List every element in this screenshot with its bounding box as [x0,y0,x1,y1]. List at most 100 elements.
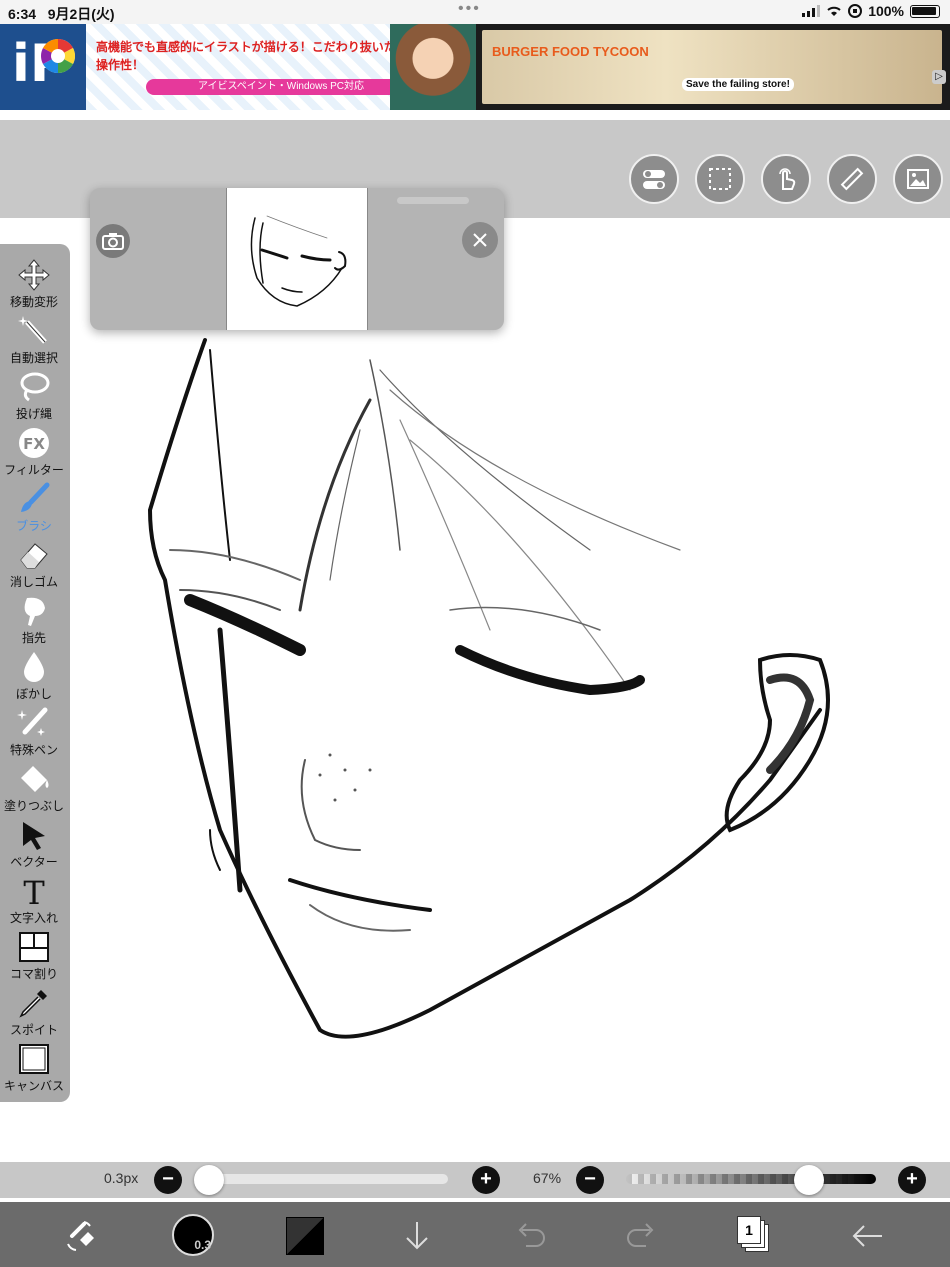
svg-text:FX: FX [23,435,45,453]
vector-arrow-icon [23,822,45,850]
tool-eyedropper[interactable]: スポイト [0,984,68,1040]
dashed-square-icon [709,168,731,190]
ruler-icon [840,167,864,191]
fill-bucket-icon [21,766,49,792]
redo-button[interactable] [622,1216,662,1256]
special-pen-icon [17,707,48,736]
ad-character-image [390,24,476,110]
canvas-icon [19,1044,49,1074]
multitask-dots[interactable]: ••• [458,0,481,18]
ad-copy: 高機能でも直感的にイラストが描ける！こだわり抜いた操作性！ [96,40,396,72]
slider-bar: 0.3px − + 67% − + [0,1162,950,1198]
bottom-bar: 0.3 1 [0,1202,950,1267]
tool-text[interactable]: T 文字入れ [0,872,68,928]
brush-eraser-swap-icon [67,1221,94,1251]
tool-brush[interactable]: ブラシ [0,480,68,536]
image-icon [907,169,929,189]
opacity-slider-track[interactable] [626,1174,876,1184]
reference-sketch [250,215,347,307]
toggle-settings-button[interactable] [629,154,679,204]
battery-icon [910,4,940,18]
tool-fill[interactable]: 塗りつぶし [0,760,68,816]
tool-smudge[interactable]: 指先 [0,592,68,648]
toggle-icon [643,170,665,189]
opacity-minus-button[interactable]: − [576,1166,604,1194]
swap-brush-eraser-button[interactable] [60,1216,100,1256]
move-icon [18,259,50,291]
reference-drag-handle[interactable] [397,197,469,204]
eraser-icon [20,543,48,569]
ad-info-icon[interactable]: ▷ [932,70,946,84]
ad-pill: アイビスペイント・Windows PC対応 [146,79,416,95]
ibis-paint-logo[interactable]: iP [0,24,86,110]
tool-blur[interactable]: ぼかし [0,648,68,704]
color-wheel-icon [41,39,75,73]
ad-game-title: BURGER FOOD TYCOON [492,44,649,59]
color-picker-button[interactable] [286,1217,324,1255]
touch-gesture-button[interactable] [761,154,811,204]
opacity-plus-button[interactable]: + [898,1166,926,1194]
tool-move[interactable]: 移動変形 [0,256,68,312]
tool-vector[interactable]: ベクター [0,816,68,872]
wifi-icon [827,6,841,16]
close-icon [473,233,487,247]
status-right: 100% [802,3,940,19]
undo-button[interactable] [510,1216,550,1256]
selection-layer-button[interactable] [695,154,745,204]
ruler-button[interactable] [827,154,877,204]
smudge-icon [24,597,45,626]
brush-size-label: 0.3px [104,1170,139,1186]
lasso-icon [20,372,50,402]
size-slider-knob[interactable] [194,1165,224,1195]
tool-eraser[interactable]: 消しゴム [0,536,68,592]
status-time: 6:34 9月2日(火) [8,6,115,22]
camera-icon [102,233,124,250]
svg-text:T: T [23,874,45,908]
tool-filter[interactable]: FX フィルター [0,424,68,480]
opacity-slider-knob[interactable] [793,1165,824,1195]
brush-icon [21,482,50,512]
ad-game-scene: BURGER FOOD TYCOON Save the failing stor… [482,30,942,104]
tool-canvas[interactable]: キャンバス [0,1040,68,1096]
canvas-drawing[interactable] [70,330,950,1160]
hand-touch-icon [779,168,796,190]
reference-camera-button[interactable] [96,224,130,258]
size-plus-button[interactable]: + [472,1166,500,1194]
ad-banner[interactable]: iP 高機能でも直感的にイラストが描ける！こだわり抜いた操作性！ アイビスペイン… [0,24,950,112]
undo-icon [518,1223,545,1247]
arrow-down-icon [406,1222,428,1250]
opacity-label: 67% [533,1170,562,1186]
back-button[interactable] [848,1216,888,1256]
tool-special-pen[interactable]: 特殊ペン [0,704,68,760]
size-slider-track[interactable] [194,1174,448,1184]
ad-ibis-promo[interactable]: 高機能でも直感的にイラストが描ける！こだわり抜いた操作性！ アイビスペイント・W… [86,24,476,110]
tool-lasso[interactable]: 投げ縄 [0,368,68,424]
fx-icon: FX [19,428,49,458]
material-image-button[interactable] [893,154,943,204]
reference-window[interactable] [90,188,504,330]
magic-wand-icon [18,316,47,344]
tool-palette: 移動変形 自動選択 投げ縄 FX フィルター ブラシ 消しゴム 指先 ぼかし 特… [0,244,70,1102]
reference-close-button[interactable] [462,222,498,258]
layers-button[interactable]: 1 [737,1216,771,1252]
ad-game-tag: Save the failing store! [682,78,794,91]
brush-size-button[interactable]: 0.3 [172,1214,214,1256]
frame-divider-icon [19,932,49,962]
arrow-left-icon [852,1225,882,1247]
layer-count: 1 [745,1222,753,1238]
orientation-lock-icon [848,4,863,18]
signal-icon [802,5,821,17]
size-minus-button[interactable]: − [154,1166,182,1194]
ad-game-promo[interactable]: BURGER FOOD TYCOON Save the failing stor… [476,24,950,110]
brush-size-value: 0.3 [194,1238,211,1252]
eyedropper-icon [19,990,47,1018]
status-bar: 6:34 9月2日(火) ••• 100% [0,0,950,24]
download-button[interactable] [397,1216,437,1256]
blur-drop-icon [24,652,44,682]
tool-frame-divider[interactable]: コマ割り [0,928,68,984]
reference-thumbnail[interactable] [226,188,469,330]
text-icon: T [23,874,45,908]
tool-magic-wand[interactable]: 自動選択 [0,312,68,368]
redo-icon [627,1223,654,1247]
battery-percent: 100% [868,3,904,19]
